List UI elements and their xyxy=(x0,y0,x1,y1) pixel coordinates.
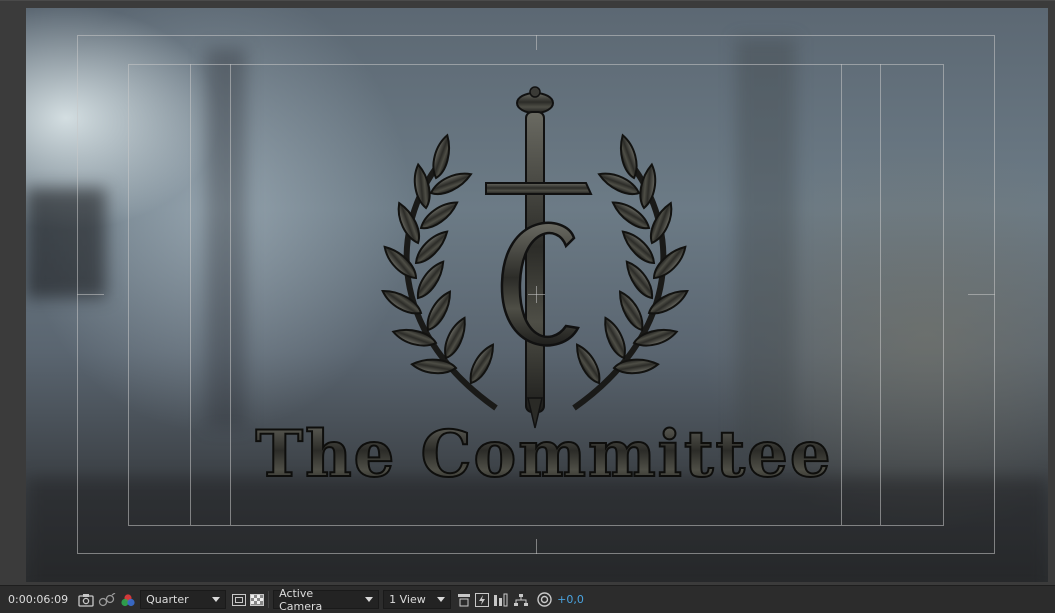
flowchart-icon[interactable] xyxy=(513,590,529,609)
timeline-icon[interactable] xyxy=(493,590,509,609)
camera-dropdown[interactable]: Active Camera xyxy=(273,587,380,613)
view-layout-dropdown[interactable]: 1 View xyxy=(383,590,452,609)
pixel-aspect-icon[interactable] xyxy=(457,590,471,609)
camera-icon[interactable] xyxy=(78,590,94,609)
composition-viewport[interactable]: The Committee xyxy=(26,8,1048,582)
region-of-interest-icon[interactable] xyxy=(232,590,247,609)
resolution-dropdown[interactable]: Quarter xyxy=(140,590,227,609)
show-snapshot-icon[interactable] xyxy=(98,590,116,609)
reset-exposure-icon[interactable] xyxy=(537,590,552,609)
separator xyxy=(268,591,270,608)
fast-previews-icon[interactable] xyxy=(475,590,490,609)
transparency-grid-icon[interactable] xyxy=(250,590,265,609)
chevron-down-icon xyxy=(365,597,374,602)
color-channels-icon[interactable] xyxy=(120,590,136,609)
chevron-down-icon xyxy=(212,597,221,602)
resolution-value: Quarter xyxy=(146,593,189,606)
camera-value: Active Camera xyxy=(279,586,323,613)
composition-viewer[interactable]: The Committee xyxy=(0,0,1055,586)
exposure-value[interactable]: +0,0 xyxy=(557,593,584,606)
viewer-status-bar: 0:00:06:09 Quarter Active Camera 1 View xyxy=(0,585,1055,613)
view-layout-value: 1 View xyxy=(389,593,426,606)
current-time-display[interactable]: 0:00:06:09 xyxy=(8,593,68,606)
chevron-down-icon xyxy=(437,597,446,602)
safe-area-guides xyxy=(77,35,995,554)
